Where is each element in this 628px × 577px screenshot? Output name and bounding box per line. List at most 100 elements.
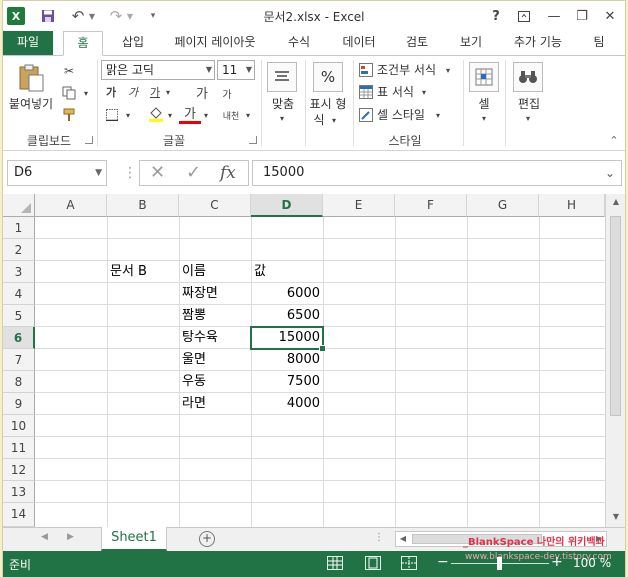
cell-c3[interactable]: 이름 <box>179 261 251 282</box>
tab-add-ins[interactable]: 추가 기능 <box>503 31 573 55</box>
select-all-button[interactable] <box>3 194 35 217</box>
font-color-button[interactable]: 가 <box>179 104 201 124</box>
page-layout-view-icon[interactable] <box>365 556 381 570</box>
cell-d8[interactable]: 7500 <box>251 371 323 392</box>
italic-button[interactable]: 가 <box>125 83 141 101</box>
scroll-left-icon[interactable]: ◀ <box>396 532 410 546</box>
copy-icon[interactable] <box>59 84 79 102</box>
tab-view[interactable]: 보기 <box>449 31 493 55</box>
cell-area[interactable]: 문서 B 이름 값 짜장면 6000 짬뽕 6500 탕수육 15000 울면 … <box>35 217 605 527</box>
cell-c6[interactable]: 탕수육 <box>179 327 251 348</box>
binoculars-icon[interactable] <box>513 62 543 92</box>
zoom-slider-handle[interactable] <box>497 557 502 570</box>
fill-color-icon[interactable] <box>147 104 165 124</box>
tab-insert[interactable]: 삽입 <box>111 31 155 55</box>
sheet-tab-sheet1[interactable]: Sheet1 <box>101 527 167 551</box>
tab-formulas[interactable]: 수식 <box>277 31 321 55</box>
cell-c9[interactable]: 라면 <box>179 393 251 414</box>
font-name-combo[interactable]: 맑은 고딕 ▼ <box>101 60 215 80</box>
column-header-d[interactable]: D <box>251 194 323 217</box>
cell-c8[interactable]: 우동 <box>179 371 251 392</box>
scroll-up-icon[interactable]: ▲ <box>606 194 626 210</box>
alignment-icon[interactable] <box>267 62 297 92</box>
format-as-table-dropdown-icon[interactable]: ▾ <box>419 84 429 100</box>
row-header[interactable]: 13 <box>3 481 35 503</box>
conditional-format-dropdown-icon[interactable]: ▾ <box>443 62 453 78</box>
active-cell-border[interactable] <box>250 326 326 352</box>
paste-icon[interactable] <box>15 62 47 94</box>
row-header[interactable]: 7 <box>3 349 35 371</box>
zoom-in-button[interactable]: + <box>551 554 563 570</box>
format-as-table-icon[interactable] <box>357 83 375 101</box>
cell-d9[interactable]: 4000 <box>251 393 323 414</box>
formula-bar-grip-icon[interactable]: ⋮ <box>123 165 137 181</box>
tab-split-grip-icon[interactable]: ⋮ <box>374 532 384 543</box>
column-header-a[interactable]: A <box>35 194 107 217</box>
cells-icon[interactable] <box>469 62 499 92</box>
fill-color-dropdown-icon[interactable]: ▾ <box>165 106 175 124</box>
underline-button[interactable]: 가 <box>147 83 163 101</box>
page-break-view-icon[interactable] <box>401 556 417 570</box>
insert-function-icon[interactable]: fx <box>220 161 236 185</box>
conditional-format-button[interactable]: 조건부 서식 <box>377 62 436 78</box>
bold-button[interactable]: 가 <box>103 83 119 101</box>
font-launcher-icon[interactable] <box>249 136 257 144</box>
row-header[interactable]: 9 <box>3 393 35 415</box>
cut-icon[interactable]: ✂ <box>59 62 79 80</box>
name-box[interactable]: D6 ▼ <box>7 160 107 186</box>
help-button[interactable]: ? <box>485 6 507 26</box>
clipboard-launcher-icon[interactable] <box>85 136 93 144</box>
shrink-font-button[interactable]: 가 <box>219 85 235 101</box>
cell-d7[interactable]: 8000 <box>251 349 323 370</box>
chevron-down-icon[interactable]: ▼ <box>95 161 102 185</box>
row-header[interactable]: 4 <box>3 283 35 305</box>
row-header[interactable]: 2 <box>3 239 35 261</box>
tab-file[interactable]: 파일 <box>3 31 53 55</box>
zoom-level[interactable]: 100 % <box>573 556 611 570</box>
collapse-ribbon-icon[interactable]: ⌃ <box>607 134 621 147</box>
row-header[interactable]: 5 <box>3 305 35 327</box>
zoom-out-button[interactable]: − <box>437 554 449 570</box>
row-header-selected[interactable]: 6 <box>3 327 35 349</box>
ribbon-display-options-button[interactable] <box>513 6 535 26</box>
vertical-scrollbar[interactable]: ▲ ▼ <box>605 194 625 527</box>
add-sheet-button[interactable]: + <box>199 531 215 547</box>
number-format-button[interactable]: 표시 형 <box>303 96 353 112</box>
column-header-b[interactable]: B <box>107 194 179 217</box>
format-painter-icon[interactable] <box>59 106 79 124</box>
cell-d5[interactable]: 6500 <box>251 305 323 326</box>
format-as-table-button[interactable]: 표 서식 <box>377 84 414 100</box>
phonetic-dropdown-icon[interactable]: ▾ <box>243 106 253 124</box>
borders-dropdown-icon[interactable]: ▾ <box>123 106 133 124</box>
paste-button[interactable]: 붙여넣기 <box>5 96 57 112</box>
cell-b3[interactable]: 문서 B <box>107 261 179 282</box>
restore-button[interactable]: ❐ <box>571 6 593 26</box>
row-header[interactable]: 3 <box>3 261 35 283</box>
sheet-next-icon[interactable]: ▶ <box>67 532 74 542</box>
sheet-prev-icon[interactable]: ◀ <box>41 532 48 542</box>
copy-dropdown-icon[interactable]: ▾ <box>81 84 91 102</box>
enter-icon[interactable]: ✓ <box>186 161 201 185</box>
cells-button[interactable]: 셀 <box>467 96 501 112</box>
close-button[interactable]: ✕ <box>599 6 621 26</box>
conditional-format-icon[interactable] <box>357 61 375 79</box>
alignment-button[interactable]: 맞춤 <box>263 96 303 112</box>
row-header[interactable]: 8 <box>3 371 35 393</box>
cell-c4[interactable]: 짜장면 <box>179 283 251 304</box>
column-header-e[interactable]: E <box>323 194 395 217</box>
normal-view-icon[interactable] <box>327 556 343 570</box>
editing-button[interactable]: 편집 <box>507 96 551 112</box>
column-header-h[interactable]: H <box>539 194 605 217</box>
tab-review[interactable]: 검토 <box>395 31 439 55</box>
row-header[interactable]: 10 <box>3 415 35 437</box>
tab-data[interactable]: 데이터 <box>333 31 385 55</box>
row-header[interactable]: 14 <box>3 503 35 527</box>
cell-c7[interactable]: 울면 <box>179 349 251 370</box>
cell-styles-icon[interactable] <box>357 106 375 124</box>
cell-styles-dropdown-icon[interactable]: ▾ <box>433 107 443 123</box>
minimize-button[interactable]: — <box>543 6 565 26</box>
expand-formula-bar-icon[interactable]: ⌄ <box>605 161 615 185</box>
font-color-dropdown-icon[interactable]: ▾ <box>201 106 211 124</box>
row-header[interactable]: 12 <box>3 459 35 481</box>
scroll-down-icon[interactable]: ▼ <box>606 509 626 525</box>
